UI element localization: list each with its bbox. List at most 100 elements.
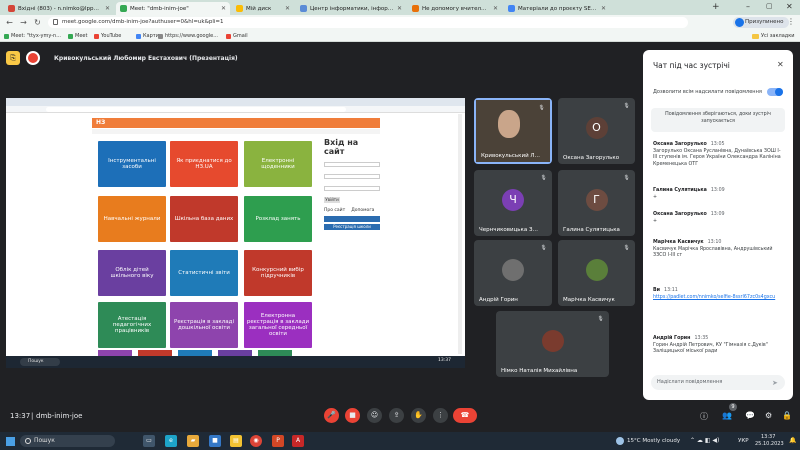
tab-close-icon[interactable]: ✕	[105, 5, 110, 12]
info-icon[interactable]: ⓘ	[700, 411, 708, 422]
stop-presenting-icon[interactable]	[26, 51, 40, 65]
service-tile[interactable]: Навчальні журнали	[98, 196, 166, 242]
back-icon[interactable]: ←	[4, 17, 15, 28]
service-tile[interactable]: Конкурсний вибір підручників	[244, 250, 312, 296]
browser-tab[interactable]: Мій диск ✕	[232, 2, 294, 15]
minimize-icon[interactable]: –	[746, 2, 750, 11]
tray-date: 25.10.2023	[755, 441, 784, 447]
login-panel-button-blue[interactable]	[324, 216, 380, 222]
leave-call-button[interactable]: ☎	[453, 408, 477, 423]
tab-close-icon[interactable]: ✕	[601, 5, 606, 12]
participant-tile[interactable]: 🎙 Німко Наталія Михайлівна	[496, 311, 609, 377]
bookmark-item[interactable]: Gmail	[226, 31, 248, 41]
login-button[interactable]: Увійти	[324, 197, 340, 203]
activities-icon[interactable]: ⚙	[765, 411, 772, 420]
notification-icon[interactable]: 🔔	[789, 437, 796, 444]
host-controls-icon[interactable]: 🔒	[782, 411, 792, 420]
files-icon[interactable]: ▰	[187, 435, 199, 447]
emoji-button[interactable]: ☺	[367, 408, 382, 423]
browser-tab[interactable]: Не допомогу вчителю інформ✕	[408, 2, 502, 15]
service-tile[interactable]: Облік дітей шкільного віку	[98, 250, 166, 296]
chat-sender: Оксана Загорулько	[653, 142, 707, 147]
service-tile[interactable]: Електронні щоденники	[244, 141, 312, 187]
maximize-icon[interactable]: ▢	[766, 2, 773, 10]
taskbar-search-label: Пошук	[34, 437, 55, 444]
register-button[interactable]: Реєстрація школи	[324, 224, 380, 230]
participant-tile[interactable]: О 🎙 Оксана Загорулько	[558, 98, 635, 164]
service-tile[interactable]: Шкільна база даних	[170, 196, 238, 242]
menu-icon[interactable]: ⋮	[787, 17, 795, 26]
participant-photo	[541, 330, 564, 352]
forward-icon[interactable]: →	[18, 17, 29, 28]
login-school[interactable]	[324, 186, 380, 191]
bookmark-item[interactable]: Карти	[136, 31, 159, 41]
service-tile[interactable]: Статистичні звіти	[170, 250, 238, 296]
presentation-icon[interactable]: ⎘	[6, 51, 20, 65]
chat-sender: Галина Сулятицька	[653, 188, 707, 193]
participant-tile[interactable]: Г 🎙 Галина Сулятицька	[558, 170, 635, 236]
service-tile[interactable]: Електронна реєстрація в заклади загально…	[244, 302, 312, 348]
pdf-icon[interactable]: A	[292, 435, 304, 447]
service-tile[interactable]: Інструментальні засоби	[98, 141, 166, 187]
chat-input[interactable]: Надіслати повідомлення	[651, 375, 785, 390]
about-link[interactable]: Про сайт	[324, 208, 345, 213]
bookmark-item[interactable]: Meet	[68, 31, 87, 41]
tab-close-icon[interactable]: ✕	[397, 5, 402, 12]
taskbar-search[interactable]: Пошук	[20, 435, 115, 447]
bookmark-item[interactable]: https://www.google...	[158, 31, 218, 41]
people-icon[interactable]: 👥	[722, 411, 732, 420]
participant-tile[interactable]: Ч 🎙 Чернчиковицька ЗОШ ...	[474, 170, 552, 236]
start-icon[interactable]	[6, 437, 15, 446]
powerpoint-icon[interactable]: P	[272, 435, 284, 447]
tab-close-icon[interactable]: ✕	[221, 5, 226, 12]
explorer-icon[interactable]: ▤	[230, 435, 242, 447]
camera-off-button[interactable]: ■	[345, 408, 360, 423]
help-link[interactable]: Допомога	[351, 208, 374, 213]
service-tile[interactable]: Атестація педагогічних працівників	[98, 302, 166, 348]
close-window-icon[interactable]: ✕	[786, 2, 793, 11]
service-tile-label: Облік дітей шкільного віку	[110, 267, 154, 279]
chat-link[interactable]: https://padlet.com/nnimko/selfie-8ssrl67…	[653, 295, 783, 302]
service-tile[interactable]: Як приєднатися до НЗ.UA	[170, 141, 238, 187]
close-chat-icon[interactable]: ✕	[777, 60, 784, 69]
participant-tile[interactable]: 🎙 Андрій Горин	[474, 240, 552, 306]
more-options-button[interactable]: ⋮	[433, 408, 448, 423]
send-icon[interactable]: ➤	[772, 379, 778, 387]
tray-icons[interactable]: ⌃ ☁ ◧ ◀)	[690, 437, 719, 444]
all-bookmarks-folder[interactable]: Усі закладки	[752, 31, 795, 41]
service-tile[interactable]: Розклад занять	[244, 196, 312, 242]
bookmark-icon	[226, 33, 231, 39]
login-username[interactable]	[324, 162, 380, 167]
task-view-icon[interactable]: ▭	[143, 435, 155, 447]
browser-tab[interactable]: Вхідні (803) - n.nimko@lppo.edu ✕	[4, 2, 114, 15]
browser-tab[interactable]: Центр інформатики, інформацій✕	[296, 2, 406, 15]
store-icon[interactable]: ■	[209, 435, 221, 447]
service-tile[interactable]: Реєстрація в закладі дошкільної освіти	[170, 302, 238, 348]
allow-messages-toggle[interactable]	[767, 88, 783, 96]
participant-name: Німко Наталія Михайлівна	[501, 368, 578, 374]
login-password[interactable]	[324, 174, 380, 179]
tab-close-icon[interactable]: ✕	[285, 5, 290, 12]
service-tile-label: Інструментальні засоби	[108, 158, 156, 170]
present-button[interactable]: ⇪	[389, 408, 404, 423]
edge-icon[interactable]: e	[165, 435, 177, 447]
chrome-icon[interactable]: ◉	[250, 435, 262, 447]
meeting-time: 13:37	[10, 412, 31, 420]
chat-panel: Чат під час зустрічі ✕ Дозволити всім на…	[643, 50, 793, 400]
url-input[interactable]: meet.google.com/dmb-inim-joe?authuser=0&…	[48, 17, 688, 28]
inner-scrollbar[interactable]	[458, 114, 462, 354]
language-indicator[interactable]: УКР	[738, 438, 749, 444]
raise-hand-button[interactable]: ✋	[411, 408, 426, 423]
new-tab-button[interactable]: +	[712, 2, 720, 12]
participant-tile[interactable]: 🎙 Марічка Касвичук	[558, 240, 635, 306]
browser-tab[interactable]: Meet: "dmb-inim-joe" ✕	[116, 2, 230, 15]
tab-close-icon[interactable]: ✕	[493, 5, 498, 12]
mic-off-button[interactable]: 🎤	[324, 408, 339, 423]
chat-icon[interactable]: 💬	[745, 411, 755, 420]
bookmark-item[interactable]: YouTube	[94, 31, 121, 41]
participant-tile[interactable]: 🎙 Кривокульський Любо...	[474, 98, 552, 164]
browser-tab[interactable]: Матеріали до проєкту SELFIE ✕	[504, 2, 610, 15]
bookmark-item[interactable]: Meet: "ttyx-ymy-n...	[4, 31, 61, 41]
reload-icon[interactable]: ↻	[32, 17, 43, 28]
tab-favicon	[236, 5, 243, 12]
